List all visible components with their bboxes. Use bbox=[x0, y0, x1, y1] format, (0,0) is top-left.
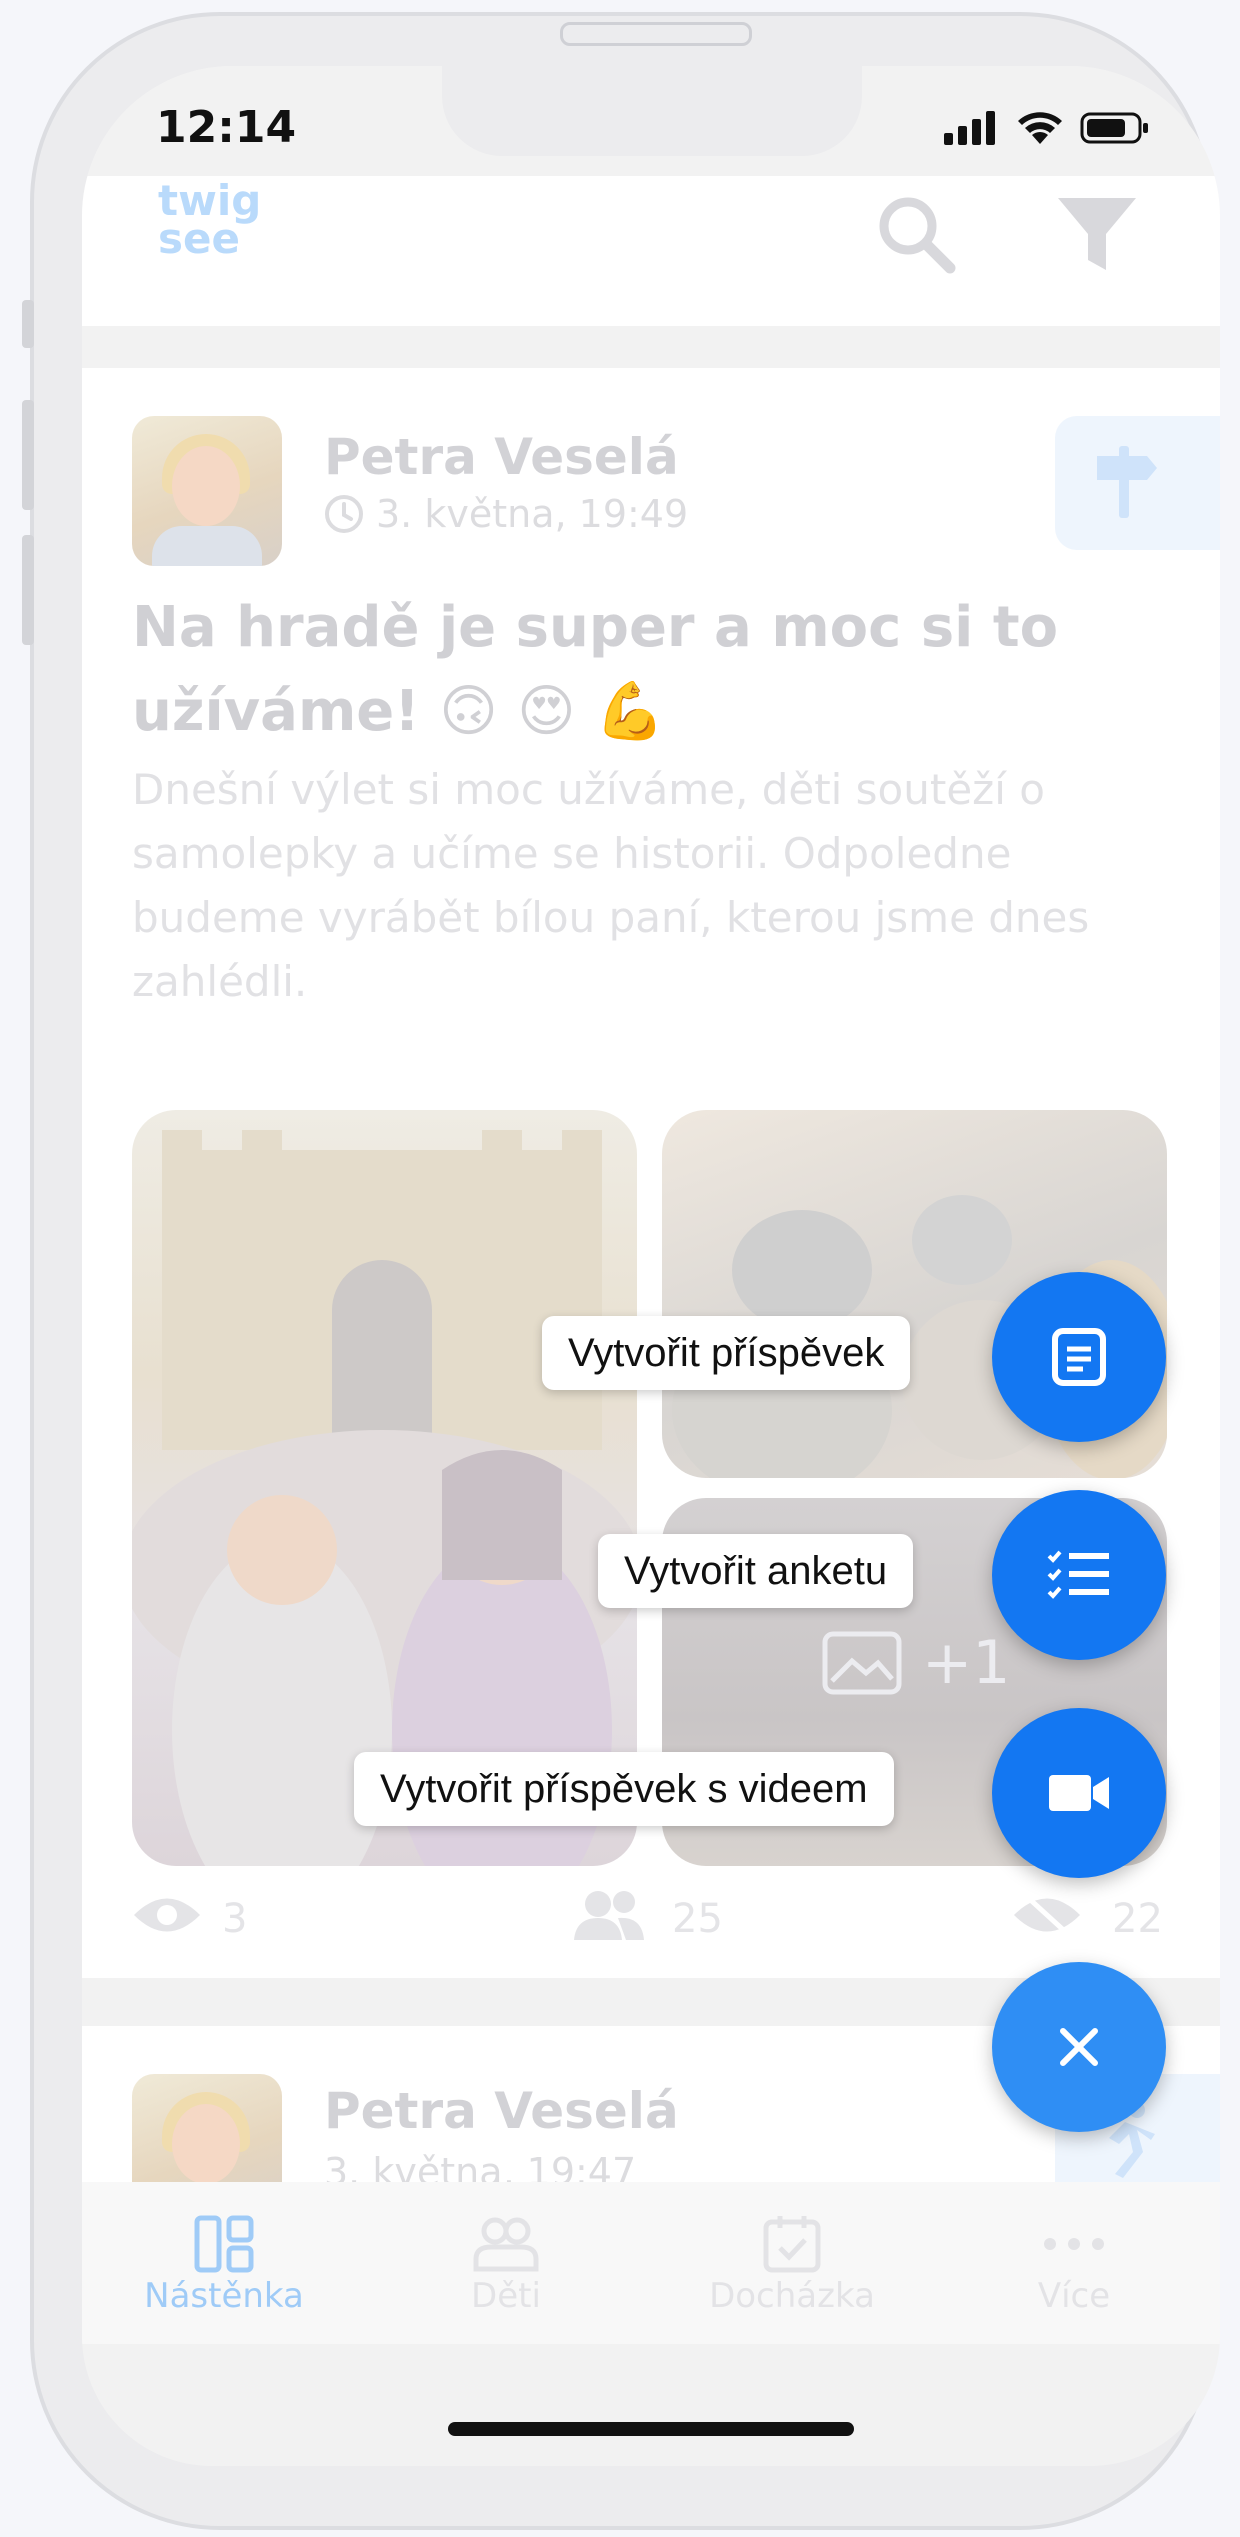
more-photos-overlay: +1 bbox=[822, 1628, 1010, 1698]
post-title: Na hradě je super a moc si to užíváme! 🙃… bbox=[132, 595, 1059, 744]
close-fab-menu-button[interactable] bbox=[992, 1962, 1166, 2132]
signal-icon bbox=[944, 111, 995, 145]
battery-icon bbox=[1080, 112, 1148, 144]
calendar-check-icon bbox=[763, 2216, 821, 2273]
document-icon bbox=[1052, 1328, 1106, 1386]
children-icon bbox=[473, 2217, 539, 2272]
tab-deti[interactable]: Děti bbox=[406, 2212, 606, 2316]
post-date-text: 3. května, 19:49 bbox=[376, 492, 689, 536]
post-author-2: Petra Veselá bbox=[324, 2082, 679, 2140]
volume-down-button bbox=[22, 535, 34, 645]
tab-label-dochazka: Docházka bbox=[709, 2276, 875, 2316]
notch bbox=[442, 66, 862, 156]
clock-icon bbox=[325, 495, 363, 533]
filter-icon[interactable] bbox=[1052, 190, 1142, 280]
tab-label-deti: Děti bbox=[471, 2276, 541, 2316]
post-date: 3. května, 19:49 bbox=[324, 492, 688, 536]
create-post-label[interactable]: Vytvořit příspěvek bbox=[542, 1316, 911, 1390]
bottom-tab-bar: Nástěnka Děti Docházka Více bbox=[82, 2182, 1220, 2344]
status-time: 12:14 bbox=[156, 102, 297, 153]
tab-label-vice: Více bbox=[1037, 2276, 1111, 2316]
tab-dochazka[interactable]: Docházka bbox=[692, 2212, 892, 2316]
speaker-grille bbox=[560, 22, 752, 46]
home-indicator[interactable] bbox=[448, 2422, 854, 2436]
search-icon[interactable] bbox=[872, 190, 962, 280]
tab-vice[interactable]: Více bbox=[974, 2212, 1174, 2316]
recipients-count: 25 bbox=[672, 1896, 723, 1942]
tab-nastenka[interactable]: Nástěnka bbox=[124, 2212, 324, 2316]
create-post-button[interactable] bbox=[992, 1272, 1166, 1442]
checklist-icon bbox=[1047, 1550, 1109, 1599]
more-photos-count: +1 bbox=[922, 1628, 1011, 1698]
eye-off-icon bbox=[1014, 1892, 1080, 1938]
people-icon bbox=[574, 1891, 644, 1940]
app-bar: twig see bbox=[82, 176, 1220, 326]
signpost-icon bbox=[1097, 446, 1157, 518]
twigsee-logo[interactable]: twig see bbox=[158, 180, 261, 263]
create-video-post-label[interactable]: Vytvořit příspěvek s videem bbox=[354, 1752, 894, 1826]
video-camera-icon bbox=[1049, 1775, 1109, 1811]
post-author: Petra Veselá bbox=[324, 428, 679, 486]
author-avatar bbox=[132, 416, 282, 566]
dashboard-icon bbox=[194, 2215, 254, 2273]
close-icon bbox=[1060, 2028, 1098, 2066]
create-poll-button[interactable] bbox=[992, 1490, 1166, 1660]
eye-icon bbox=[134, 1898, 200, 1932]
post-body: Dnešní výlet si moc užíváme, děti soutěž… bbox=[132, 765, 1090, 1006]
create-video-post-button[interactable] bbox=[992, 1708, 1166, 1878]
create-poll-label[interactable]: Vytvořit anketu bbox=[598, 1534, 914, 1608]
status-icons bbox=[944, 110, 1150, 146]
views-count: 3 bbox=[222, 1896, 248, 1942]
logo-line-2: see bbox=[158, 214, 240, 263]
wifi-icon bbox=[1018, 112, 1062, 144]
post-category-button[interactable] bbox=[1055, 416, 1220, 550]
image-icon bbox=[822, 1631, 902, 1695]
post-stats: 3 25 22 bbox=[132, 1888, 1172, 1948]
tab-label-nastenka: Nástěnka bbox=[144, 2276, 304, 2316]
mute-switch bbox=[22, 300, 34, 348]
more-icon bbox=[1044, 2238, 1104, 2250]
unseen-count: 22 bbox=[1112, 1896, 1163, 1942]
volume-up-button bbox=[22, 400, 34, 510]
